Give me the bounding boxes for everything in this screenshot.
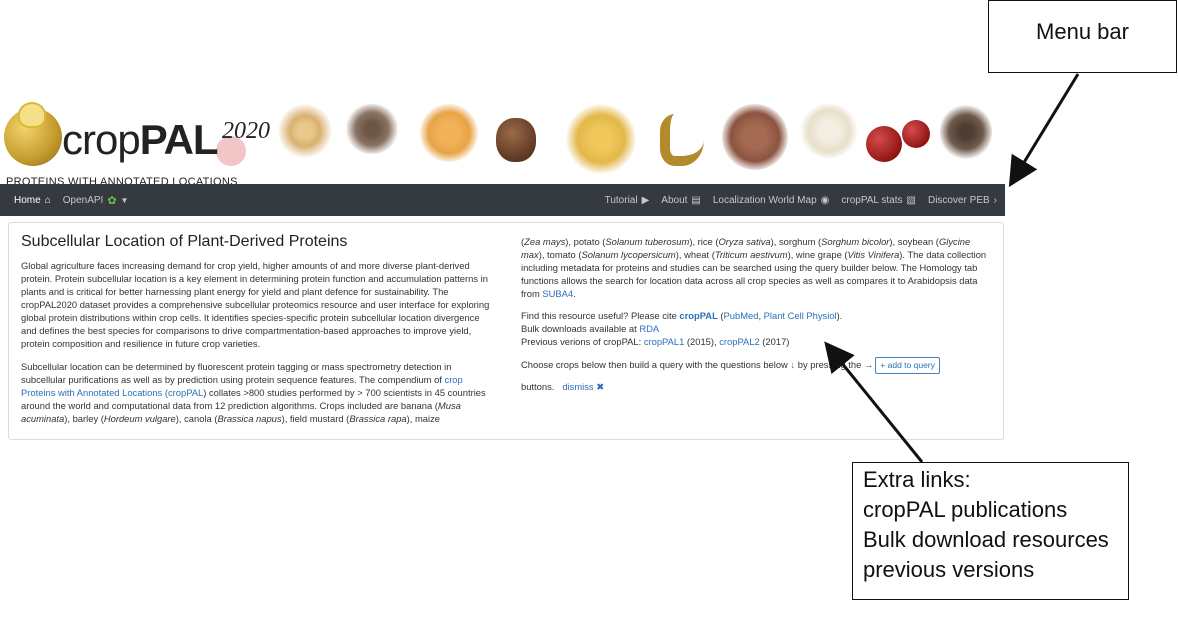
menu-bar-callout-text: Menu bar <box>1036 19 1129 44</box>
nav-tutorial[interactable]: Tutorial ▶ <box>605 195 650 206</box>
croppal-logo[interactable]: cropPAL 2020 PROTEINS WITH ANNOTATED LOC… <box>0 100 280 184</box>
dismiss-link[interactable]: dismiss ✖ <box>562 381 604 392</box>
crop-image-grape <box>902 120 930 148</box>
intro-panel: Subcellular Location of Plant-Derived Pr… <box>8 222 1004 440</box>
crop-image-soybean <box>566 104 636 174</box>
nav-home-label: Home <box>14 194 41 206</box>
nav-tutorial-label: Tutorial <box>604 194 638 206</box>
logo-crop-text: crop <box>62 116 141 163</box>
logo-wordmark: cropPAL <box>62 116 219 164</box>
choose-crops-line: Choose crops below then build a query wi… <box>521 357 993 374</box>
nav-discover-label: Discover PEB <box>927 194 990 206</box>
cite-line: Find this resource useful? Please cite c… <box>521 310 843 321</box>
menu-bar-callout: Menu bar <box>988 0 1177 73</box>
bulk-download-line: Bulk downloads available at RDA <box>521 323 660 334</box>
nav-world-map-label: Localization World Map <box>712 194 817 206</box>
leaf-icon: ✿ <box>107 194 117 207</box>
pubmed-link[interactable]: PubMed <box>724 310 759 321</box>
nav-stats-label: cropPAL stats <box>841 194 903 206</box>
crop-image-banana <box>660 114 704 166</box>
suba4-link[interactable]: SUBA4 <box>542 288 573 299</box>
intro-paragraph-2: Subcellular location can be determined b… <box>21 361 486 424</box>
nav-openapi[interactable]: OpenAPI ✿ ▼ <box>63 194 129 207</box>
croppal-cite-link[interactable]: cropPAL <box>679 310 717 321</box>
intro-paragraph-1: Global agriculture faces increasing dema… <box>21 260 490 349</box>
croppal1-link[interactable]: cropPAL1 <box>644 336 684 347</box>
chart-icon: ▧ <box>906 194 916 206</box>
croppal-inline-link[interactable]: cropPAL <box>168 387 203 398</box>
intro-right-column: (Zea mays), potato (Solanum tuberosum), … <box>521 235 993 393</box>
croppal2-link[interactable]: cropPAL2 <box>719 336 759 347</box>
logo-corn-graphic <box>18 102 46 128</box>
crop-image-canola <box>940 104 992 160</box>
crop-image-potato <box>496 118 536 162</box>
extra-links-callout: Extra links: cropPAL publications Bulk d… <box>852 462 1129 600</box>
crop-image-sorghum <box>722 104 788 170</box>
logo-pal-text: PAL <box>139 116 219 163</box>
plant-cell-physiol-link[interactable]: Plant Cell Physiol <box>764 310 837 321</box>
menu-bar: Home ⌂ OpenAPI ✿ ▼ Tutorial ▶ About ▤ Lo… <box>0 184 1005 216</box>
rda-link[interactable]: RDA <box>639 323 659 334</box>
menu-bar-arrow <box>1008 73 1080 188</box>
previous-versions-line: Previous verions of cropPAL: cropPAL1 (2… <box>521 336 790 347</box>
species-paragraph: (Zea mays), potato (Solanum tuberosum), … <box>521 236 987 299</box>
crop-link[interactable]: crop <box>445 374 463 385</box>
logo-year: 2020 <box>222 118 270 144</box>
intro-left-column: Subcellular Location of Plant-Derived Pr… <box>21 233 496 425</box>
book-icon: ▤ <box>691 194 701 206</box>
play-icon: ▶ <box>641 194 650 206</box>
nav-world-map[interactable]: Localization World Map ◉ <box>713 195 830 206</box>
crop-image-tomato <box>866 126 902 162</box>
page-title: Subcellular Location of Plant-Derived Pr… <box>21 233 348 250</box>
extra-links-callout-text: Extra links: cropPAL publications Bulk d… <box>863 467 1109 582</box>
nav-about[interactable]: About ▤ <box>661 195 701 206</box>
buttons-line: buttons. dismiss ✖ <box>521 381 605 392</box>
add-to-query-button[interactable]: + add to query <box>875 357 940 374</box>
crop-image-maize <box>420 104 478 162</box>
crop-image-barley <box>278 104 332 158</box>
nav-home[interactable]: Home ⌂ <box>14 195 51 206</box>
site-banner: cropPAL 2020 PROTEINS WITH ANNOTATED LOC… <box>0 96 1005 184</box>
nav-stats[interactable]: cropPAL stats ▧ <box>841 195 916 206</box>
nav-discover-peb[interactable]: Discover PEB › <box>928 195 997 206</box>
chevron-down-icon: ▼ <box>120 195 129 205</box>
chevron-right-icon: › <box>993 194 997 206</box>
proteins-link[interactable]: Proteins with Annotated Locations ( <box>21 387 168 398</box>
globe-icon: ◉ <box>820 194 830 206</box>
nav-openapi-label: OpenAPI <box>62 194 104 206</box>
crop-image-rice <box>800 104 858 158</box>
crop-image-mustard-seed <box>345 104 399 154</box>
nav-about-label: About <box>661 194 688 206</box>
logo-tagline: PROTEINS WITH ANNOTATED LOCATIONS <box>6 176 238 184</box>
home-icon: ⌂ <box>44 194 51 206</box>
